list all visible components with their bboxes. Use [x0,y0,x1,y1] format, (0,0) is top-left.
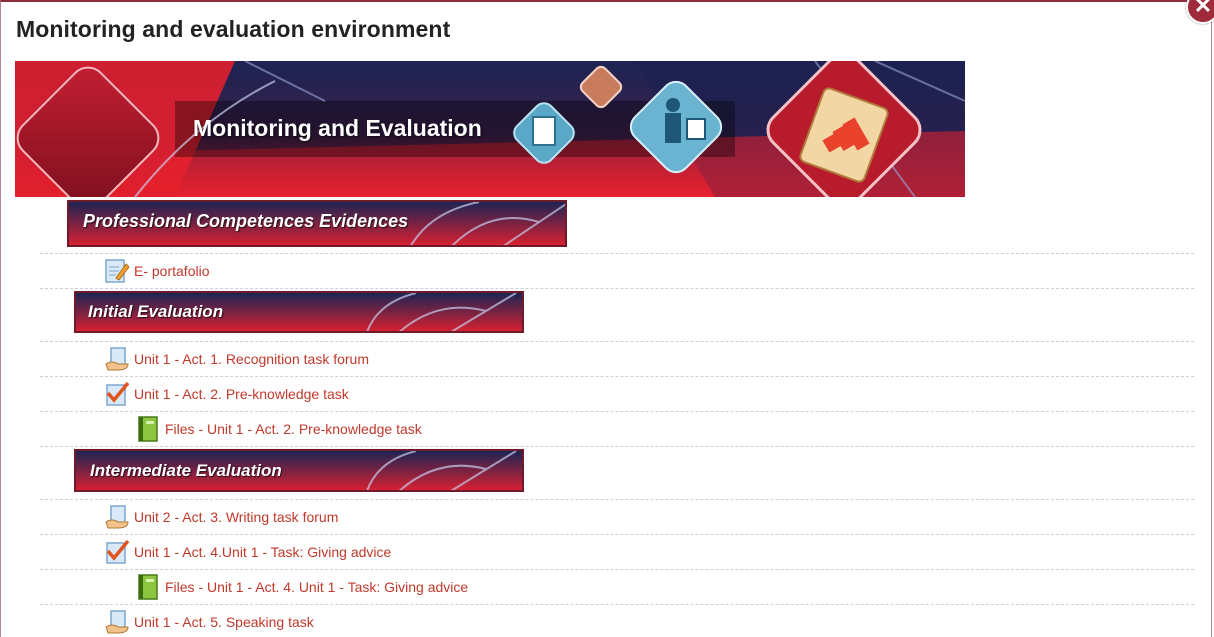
hero-banner: Monitoring and Evaluation [15,61,965,197]
e-portafolio-link[interactable]: E- portafolio [134,263,209,279]
list-item[interactable]: Unit 2 - Act. 3. Writing task forum [104,503,338,531]
divider [40,341,1194,342]
divider [40,376,1194,377]
giving-advice-task-link[interactable]: Unit 1 - Act. 4.Unit 1 - Task: Giving ad… [134,544,391,560]
list-item[interactable]: Files - Unit 1 - Act. 4. Unit 1 - Task: … [135,573,468,601]
forum-icon [105,610,129,634]
section-banner-professional-competences: Professional Competences Evidences [67,200,567,247]
pencil-page-icon [105,259,130,283]
book-icon [138,574,158,600]
section-title: Intermediate Evaluation [90,461,282,480]
section-title: Professional Competences Evidences [83,211,409,231]
divider [40,288,1194,289]
files-giving-advice-link[interactable]: Files - Unit 1 - Act. 4. Unit 1 - Task: … [165,579,468,595]
recognition-forum-link[interactable]: Unit 1 - Act. 1. Recognition task forum [134,351,369,367]
divider [40,446,1194,447]
assignment-check-icon [106,539,130,564]
list-item[interactable]: E- portafolio [104,257,209,285]
divider [40,534,1194,535]
list-item[interactable]: Unit 1 - Act. 5. Speaking task [104,608,314,636]
speaking-task-link[interactable]: Unit 1 - Act. 5. Speaking task [134,614,314,630]
book-icon [138,416,158,442]
divider [40,499,1194,500]
assignment-check-icon [106,381,130,406]
list-item[interactable]: Unit 1 - Act. 1. Recognition task forum [104,345,369,373]
forum-icon [105,505,129,529]
section-title: Initial Evaluation [88,302,224,321]
list-item[interactable]: Files - Unit 1 - Act. 2. Pre-knowledge t… [135,415,422,443]
divider [40,253,1194,254]
list-item[interactable]: Unit 1 - Act. 2. Pre-knowledge task [104,380,349,408]
divider [40,569,1194,570]
divider [40,604,1194,605]
list-item[interactable]: Unit 1 - Act. 4.Unit 1 - Task: Giving ad… [104,538,391,566]
hero-title: Monitoring and Evaluation [193,115,482,141]
files-pre-knowledge-link[interactable]: Files - Unit 1 - Act. 2. Pre-knowledge t… [165,421,422,437]
section-banner-initial-evaluation: Initial Evaluation [74,291,524,333]
divider [40,411,1194,412]
forum-icon [105,347,129,371]
section-banner-intermediate-evaluation: Intermediate Evaluation [74,449,524,492]
pre-knowledge-task-link[interactable]: Unit 1 - Act. 2. Pre-knowledge task [134,386,349,402]
writing-forum-link[interactable]: Unit 2 - Act. 3. Writing task forum [134,509,338,525]
page-title: Monitoring and evaluation environment [16,16,451,42]
hero-background [15,61,965,197]
